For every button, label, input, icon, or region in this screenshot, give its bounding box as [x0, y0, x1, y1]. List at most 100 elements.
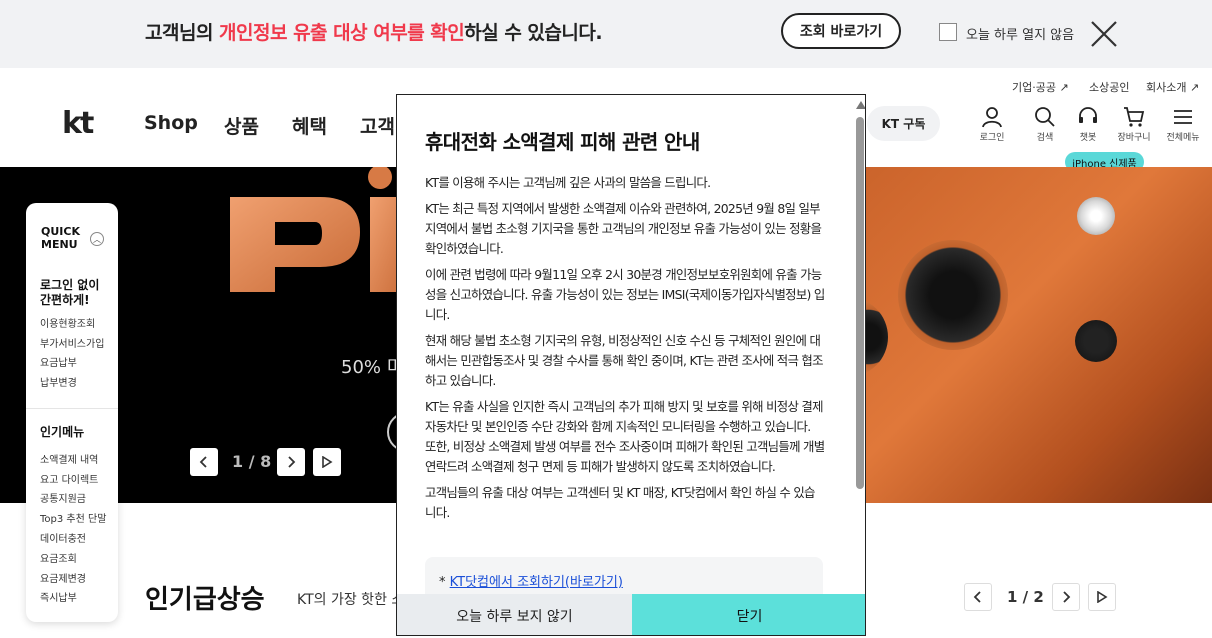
section-title: 인기급상승 [145, 585, 265, 615]
play-icon [322, 456, 333, 468]
modal-paragraph: KT는 최근 특정 지역에서 발생한 소액결제 이슈와 관련하여, 2025년 … [425, 201, 822, 256]
iphone-product-image [838, 167, 1212, 503]
util-link-enterprise[interactable]: 기업·공공 ↗ [1012, 79, 1069, 95]
notice-message: 고객님의 개인정보 유출 대상 여부를 확인하실 수 있습니다. [145, 18, 603, 45]
quick-login-head: 로그인 없이 간편하게! [40, 278, 99, 308]
util-link-small-business[interactable]: 소상공인 [1089, 79, 1129, 95]
chevron-right-icon [288, 456, 296, 468]
quick-login-head-line: 로그인 없이 [40, 278, 100, 292]
quick-divider [26, 408, 118, 409]
quick-item-instant-pay[interactable]: 즉시납부 [40, 589, 77, 604]
quick-item-payment-change[interactable]: 납부변경 [40, 374, 77, 389]
quick-item-plan-change[interactable]: 요금제변경 [40, 570, 86, 585]
chevron-left-icon [973, 591, 981, 603]
headset-icon [1079, 107, 1097, 123]
modal-paragraph: KT를 이용해 주시는 고객님께 깊은 사과의 말씀을 드립니다. [425, 175, 711, 190]
header-icon-label: 로그인 [979, 133, 1005, 143]
quick-item-top3[interactable]: Top3 추천 단말 [40, 510, 106, 525]
gnb-products[interactable]: 상품 [224, 112, 259, 139]
search-icon [1035, 107, 1055, 127]
camera-lens-image [898, 240, 1008, 350]
util-link-label: 기업·공공 [1012, 81, 1056, 94]
hero-pager-count: 1 / 8 [232, 452, 272, 471]
modal-paragraph: 이에 관련 법령에 따라 9월11일 오후 2시 30분경 개인정보보호위원회에… [425, 267, 825, 322]
quick-menu-title-line: MENU [41, 238, 78, 251]
kt-subscribe-button[interactable]: KT 구독 [867, 106, 940, 141]
chevron-right-icon [1063, 591, 1071, 603]
hero-logo-graphic [230, 167, 410, 292]
notice-highlight: 개인정보 유출 대상 여부를 확인 [219, 22, 465, 44]
notice-lookup-button[interactable]: 조회 바로가기 [781, 13, 901, 49]
hero-next-button[interactable] [277, 448, 305, 476]
chevron-up-icon[interactable]: ︿ [90, 232, 104, 246]
quick-item-subsidy[interactable]: 공통지원금 [40, 490, 86, 505]
close-icon[interactable] [1090, 20, 1118, 48]
header-icon-label: 검색 [1036, 133, 1054, 143]
play-icon [1097, 591, 1108, 603]
quick-item-payment[interactable]: 요금납부 [40, 354, 77, 369]
quick-item-data-charge[interactable]: 데이터충전 [40, 530, 86, 545]
quick-login-head-line: 간편하게! [40, 293, 90, 307]
modal-scrollbar[interactable] [853, 95, 865, 595]
cart-icon [1124, 107, 1145, 127]
modal-paragraph: 또한, 비정상 소액결제 발생 여부를 전수 조사중이며 피해가 확인된 고객님… [425, 439, 825, 474]
util-link-company[interactable]: 회사소개 ↗ [1146, 79, 1199, 95]
quick-item-micropay[interactable]: 소액결제 내역 [40, 451, 98, 466]
hero-promo-text: 50% 미 [341, 357, 404, 378]
header-login[interactable]: 로그인 [972, 106, 1012, 143]
section-prev-button[interactable] [964, 583, 992, 611]
external-link-icon: ↗ [1189, 81, 1200, 94]
dont-open-today-checkbox[interactable] [939, 23, 957, 41]
quick-item-yogo[interactable]: 요고 다이렉트 [40, 471, 98, 486]
menu-icon [1174, 110, 1192, 124]
quick-menu-title-line: QUICK [41, 225, 80, 238]
modal-close-button[interactable]: 닫기 [632, 594, 865, 635]
camera-sensor-image [1075, 320, 1117, 362]
gnb-customer[interactable]: 고객 [360, 112, 395, 139]
hero-prev-button[interactable] [190, 448, 218, 476]
scroll-up-arrow-icon[interactable] [856, 101, 865, 109]
external-link-icon: ↗ [1059, 81, 1069, 94]
micropayment-notice-modal: 휴대전화 소액결제 피해 관련 안내 KT를 이용해 주시는 고객님께 깊은 사… [396, 94, 866, 636]
util-link-label: 회사소개 [1146, 81, 1187, 94]
chevron-left-icon [199, 456, 207, 468]
modal-footer: 오늘 하루 보지 않기 닫기 [397, 594, 865, 635]
gnb-benefits[interactable]: 혜택 [292, 112, 327, 139]
ktcom-lookup-link[interactable]: KT닷컴에서 조회하기(바로가기) [450, 575, 623, 590]
modal-title: 휴대전화 소액결제 피해 관련 안내 [425, 130, 700, 154]
section-play-button[interactable] [1088, 583, 1116, 611]
header-icon-label: 챗봇 [1079, 133, 1097, 143]
hero-play-button[interactable] [313, 448, 341, 476]
modal-link-line: * KT닷컴에서 조회하기(바로가기) [439, 571, 623, 590]
modal-paragraph: KT는 유출 사실을 인지한 즉시 고객님의 추가 피해 방지 및 보호를 위해… [425, 399, 824, 434]
dont-show-today-button[interactable]: 오늘 하루 보지 않기 [397, 594, 632, 635]
kt-logo[interactable]: kt [62, 106, 94, 141]
notice-bar: 고객님의 개인정보 유출 대상 여부를 확인하실 수 있습니다. 조회 바로가기… [0, 0, 1212, 68]
modal-link-prefix: * [439, 575, 450, 590]
modal-paragraph: 현재 해당 불법 초소형 기지국의 유형, 비정상적인 신호 수신 등 구체적인… [425, 333, 824, 388]
camera-flash-image [1077, 197, 1115, 235]
dont-open-today-label: 오늘 하루 열지 않음 [966, 28, 1075, 43]
user-icon [982, 107, 1002, 128]
header-icon-label: 전체메뉴 [1166, 133, 1200, 143]
modal-paragraph: 고객님들의 유출 대상 여부는 고객센터 및 KT 매장, KT닷컴에서 확인 … [425, 485, 815, 520]
header-search[interactable]: 검색 [1025, 106, 1065, 143]
quick-item-usage[interactable]: 이용현황조회 [40, 315, 95, 330]
section-pager-count: 1 / 2 [1007, 588, 1044, 606]
quick-popular-head: 인기메뉴 [40, 425, 85, 439]
gnb-shop[interactable]: Shop [144, 112, 198, 134]
quick-menu: QUICK MENU ︿ 로그인 없이 간편하게! 이용현황조회 부가서비스가입 요… [26, 203, 118, 622]
section-subtitle: KT의 가장 핫한 소 [297, 592, 405, 608]
modal-body: KT를 이용해 주시는 고객님께 깊은 사과의 말씀을 드립니다. KT는 최근… [425, 173, 825, 529]
quick-item-bill[interactable]: 요금조회 [40, 550, 77, 565]
header-chatbot[interactable]: 챗봇 [1068, 106, 1108, 143]
header-icon-label: 장바구니 [1117, 133, 1151, 143]
scroll-thumb[interactable] [856, 117, 864, 489]
header-cart[interactable]: 장바구니 [1114, 106, 1154, 143]
notice-suffix: 하실 수 있습니다. [464, 22, 603, 44]
quick-menu-title: QUICK MENU [41, 225, 80, 251]
section-next-button[interactable] [1052, 583, 1080, 611]
notice-prefix: 고객님의 [145, 22, 220, 44]
quick-item-addon[interactable]: 부가서비스가입 [40, 335, 104, 350]
header-all-menu[interactable]: 전체메뉴 [1163, 106, 1203, 143]
